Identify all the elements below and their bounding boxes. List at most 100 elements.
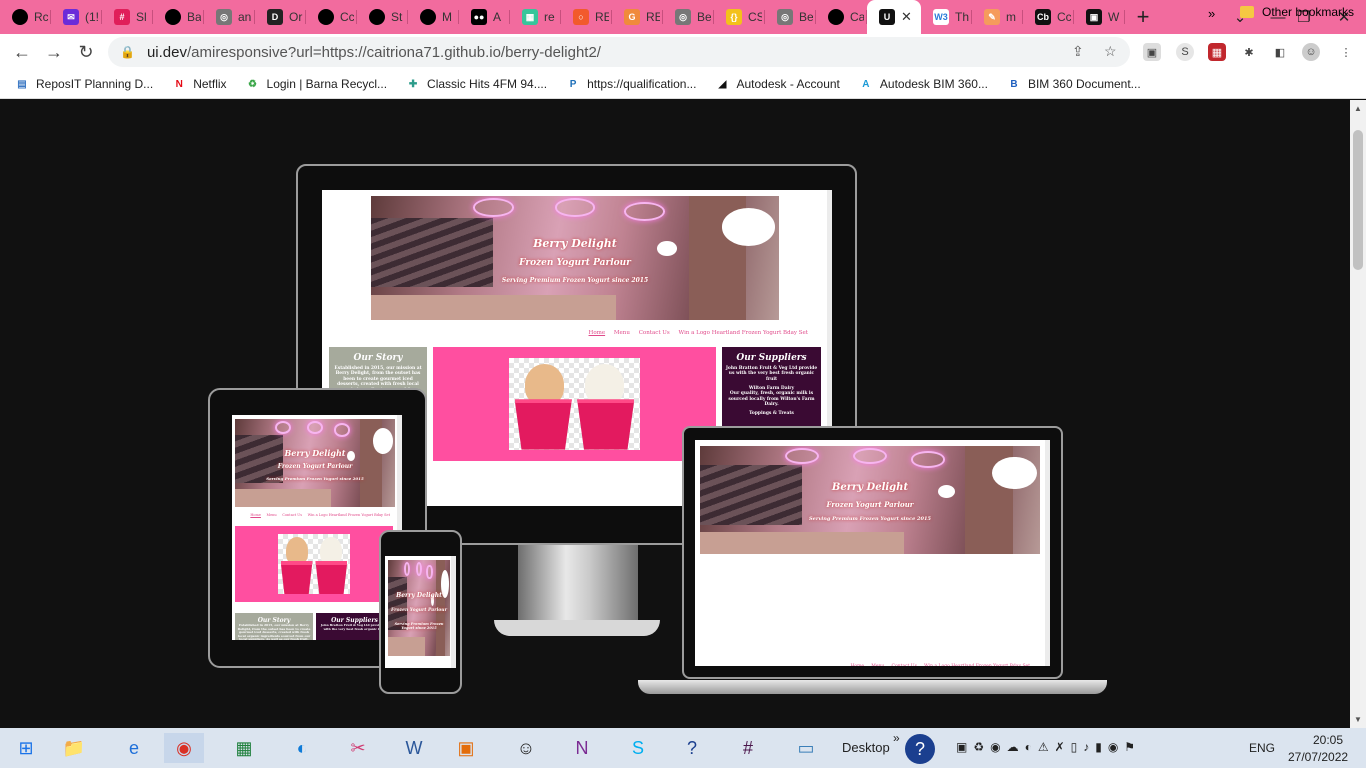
tab-8[interactable]: M bbox=[408, 0, 459, 34]
sheets-icon[interactable]: ▦ bbox=[224, 733, 264, 763]
nav-link-1[interactable]: Menu bbox=[614, 330, 630, 336]
bookmarks-overflow-icon[interactable]: » bbox=[1208, 6, 1215, 21]
profile-avatar[interactable]: ☺ bbox=[1302, 43, 1320, 61]
bookmark-5[interactable]: ◢ Autodesk - Account bbox=[714, 76, 840, 92]
address-bar[interactable]: 🔒 ui.dev/amiresponsive?url=https://caitr… bbox=[108, 37, 1130, 67]
new-tab-button[interactable]: + bbox=[1125, 0, 1161, 34]
face-icon[interactable]: ☺ bbox=[506, 733, 546, 763]
tab-3[interactable]: Ba bbox=[153, 0, 204, 34]
nav-link-3[interactable]: Win a Logo Heartland Frozen Yogurt Bday … bbox=[924, 664, 1030, 666]
nav-link-2[interactable]: Contact Us bbox=[639, 330, 670, 336]
tab-11[interactable]: ○ RE bbox=[561, 0, 612, 34]
nav-link-0[interactable]: Home bbox=[250, 513, 261, 517]
menu-icon[interactable]: ⋮ bbox=[1337, 43, 1355, 61]
toolbar-chevron-icon[interactable]: » bbox=[893, 731, 900, 745]
bookmark-2[interactable]: ♻ Login | Barna Recycl... bbox=[245, 76, 387, 92]
puzzle-icon[interactable]: ✱ bbox=[1240, 43, 1258, 61]
back-button[interactable]: ← bbox=[6, 36, 38, 68]
site-title: Berry Delight bbox=[533, 236, 617, 250]
site-nav: Home Menu Contact Us Win a Logo Heartland F… bbox=[850, 664, 1030, 666]
bookmark-6[interactable]: A Autodesk BIM 360... bbox=[858, 76, 988, 92]
scroll-thumb[interactable] bbox=[1353, 130, 1363, 270]
skype-icon[interactable]: S bbox=[618, 733, 658, 763]
tab-14[interactable]: {} CS bbox=[714, 0, 765, 34]
edge-icon[interactable]: ◐ bbox=[282, 733, 322, 763]
tab-9[interactable]: ●● A bbox=[459, 0, 510, 34]
tab-20[interactable]: Cb Cc bbox=[1023, 0, 1074, 34]
other-bookmarks[interactable]: Other bookmarks bbox=[1240, 5, 1354, 19]
internet-explorer-icon[interactable]: e bbox=[114, 733, 154, 763]
suppliers-title: Our Suppliers bbox=[736, 352, 807, 363]
forward-button[interactable]: → bbox=[38, 36, 70, 68]
paint-icon[interactable]: ▣ bbox=[446, 733, 486, 763]
nav-link-1[interactable]: Menu bbox=[871, 664, 884, 666]
nav-link-2[interactable]: Contact Us bbox=[892, 664, 917, 666]
tab-13[interactable]: ◎ Be bbox=[663, 0, 714, 34]
help-icon[interactable]: ? bbox=[905, 734, 935, 764]
reload-button[interactable]: ↻ bbox=[70, 36, 102, 68]
tab-1[interactable]: ✉ (1! bbox=[51, 0, 102, 34]
yogurt-swirl bbox=[525, 363, 565, 405]
bookmark-7[interactable]: B BIM 360 Document... bbox=[1006, 76, 1140, 92]
nav-link-3[interactable]: Win a Logo Heartland Frozen Yogurt Bday … bbox=[679, 330, 808, 336]
tab-title: Sl bbox=[136, 10, 147, 24]
tab-12[interactable]: G RE bbox=[612, 0, 663, 34]
tab-16[interactable]: Ca bbox=[816, 0, 867, 34]
scroll-up-icon[interactable]: ▲ bbox=[1354, 104, 1362, 113]
file-explorer-icon[interactable]: 📁 bbox=[54, 733, 94, 763]
tab-5[interactable]: D Or bbox=[255, 0, 306, 34]
system-tray-icons[interactable]: ▣♻◉☁◐⚠✗▯♪▮◉⚑ bbox=[956, 740, 1141, 754]
snip-icon[interactable]: ✂ bbox=[338, 733, 378, 763]
mail-icon: ✉ bbox=[63, 9, 79, 25]
bookmark-4[interactable]: Phttps://qualification... bbox=[565, 76, 697, 92]
side-panel-icon[interactable]: ◧ bbox=[1271, 43, 1289, 61]
desktop-toolbar[interactable]: Desktop bbox=[842, 740, 890, 755]
bookmark-0[interactable]: ▤ ReposIT Planning D... bbox=[14, 76, 153, 92]
tab-10[interactable]: ▦ re bbox=[510, 0, 561, 34]
tab-7[interactable]: St bbox=[357, 0, 408, 34]
lock-icon[interactable]: 🔒 bbox=[120, 45, 135, 59]
vertical-scrollbar[interactable]: ▲ ▼ bbox=[1350, 100, 1366, 728]
globe-icon: ◎ bbox=[216, 9, 232, 25]
tab-0[interactable]: Rc bbox=[0, 0, 51, 34]
neon-cloud bbox=[415, 562, 423, 577]
folder-icon bbox=[1240, 6, 1254, 18]
share-icon[interactable]: ⇪ bbox=[1072, 43, 1084, 60]
extension-icon[interactable]: ▣ bbox=[1143, 43, 1161, 61]
nav-link-0[interactable]: Home bbox=[589, 330, 606, 336]
bookmark-star-icon[interactable]: ☆ bbox=[1104, 43, 1117, 60]
nav-link-2[interactable]: Contact Us bbox=[282, 513, 302, 517]
clock-time[interactable]: 20:05 bbox=[1298, 733, 1358, 747]
nav-link-3[interactable]: Win a Logo Heartland Frozen Yogurt Bday … bbox=[308, 513, 390, 517]
extension-off-icon[interactable]: ▦ bbox=[1208, 43, 1226, 61]
windows-start-icon[interactable]: ⊞ bbox=[6, 733, 46, 763]
bookmark-1[interactable]: N Netflix bbox=[171, 76, 227, 92]
clock-date[interactable]: 27/07/2022 bbox=[1288, 750, 1348, 764]
tab-6[interactable]: Cc bbox=[306, 0, 357, 34]
tab-19[interactable]: ✎ m bbox=[972, 0, 1023, 34]
word-icon[interactable]: W bbox=[394, 733, 434, 763]
tab-15[interactable]: ◎ Be bbox=[765, 0, 816, 34]
help-icon[interactable]: ? bbox=[672, 733, 712, 763]
counter-shape bbox=[700, 532, 904, 554]
scroll-down-icon[interactable]: ▼ bbox=[1354, 715, 1362, 724]
bookmark-3[interactable]: ✚ Classic Hits 4FM 94.... bbox=[405, 76, 547, 92]
photos-icon[interactable]: ▭ bbox=[786, 733, 826, 763]
tab-4[interactable]: ◎ an bbox=[204, 0, 255, 34]
tab-2[interactable]: # Sl bbox=[102, 0, 153, 34]
story-text: Established in 2015, our mission at Berr… bbox=[237, 623, 311, 640]
tab-active[interactable]: U ✕ bbox=[867, 0, 921, 34]
neon-cloud bbox=[554, 198, 596, 217]
slack-icon[interactable]: # bbox=[728, 733, 768, 763]
tab-title: Or bbox=[289, 10, 303, 24]
tab-21[interactable]: ▣ W bbox=[1074, 0, 1125, 34]
language-indicator[interactable]: ENG bbox=[1249, 741, 1275, 755]
close-tab-icon[interactable]: ✕ bbox=[901, 9, 912, 25]
nav-link-1[interactable]: Menu bbox=[267, 513, 277, 517]
radio-icon: ✚ bbox=[408, 78, 418, 90]
tab-18[interactable]: W3 Th bbox=[921, 0, 972, 34]
chrome-icon[interactable]: ◉ bbox=[164, 733, 204, 763]
onenote-icon[interactable]: N bbox=[562, 733, 602, 763]
skype-extension-icon[interactable]: S bbox=[1176, 43, 1194, 61]
nav-link-0[interactable]: Home bbox=[850, 664, 864, 666]
